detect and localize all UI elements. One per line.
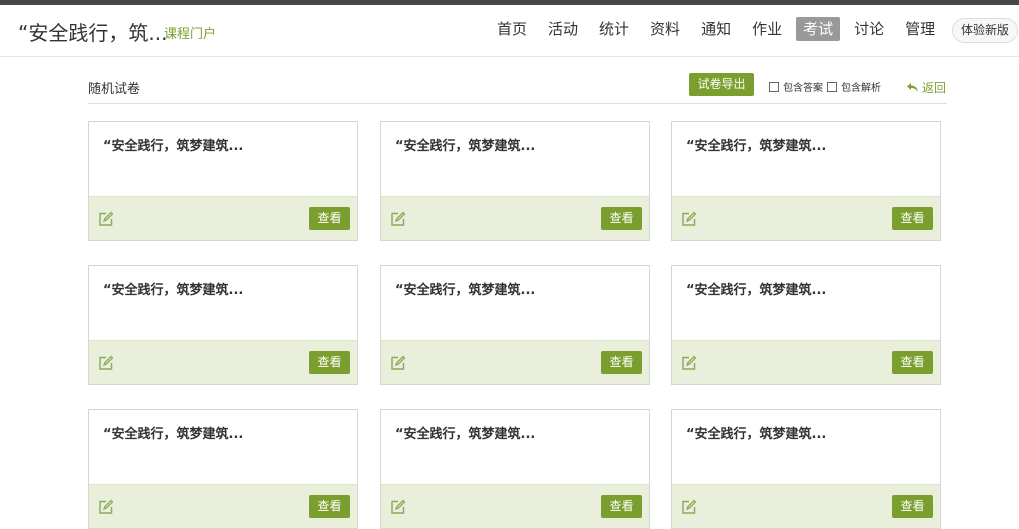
paper-card: “安全践行，筑梦建筑... 查看	[380, 265, 650, 385]
paper-card-footer: 查看	[89, 196, 357, 240]
nav-item[interactable]: 管理	[898, 17, 942, 41]
paper-card-footer: 查看	[672, 484, 940, 528]
view-button[interactable]: 查看	[309, 207, 350, 230]
header: “安全践行，筑... 课程门户 首页 活动 统计 资料 通知 作业 考试 讨论 管理 体验新版	[0, 5, 1019, 57]
paper-card-title[interactable]: “安全践行，筑梦建筑...	[686, 135, 826, 154]
paper-card: “安全践行，筑梦建筑... 查看	[671, 121, 941, 241]
nav-item[interactable]: 讨论	[847, 17, 891, 41]
view-button[interactable]: 查看	[601, 495, 642, 518]
include-answer-checkbox[interactable]	[769, 81, 779, 92]
paper-card-title[interactable]: “安全践行，筑梦建筑...	[395, 423, 535, 442]
edit-icon[interactable]	[98, 499, 114, 515]
paper-card: “安全践行，筑梦建筑... 查看	[88, 409, 358, 529]
paper-card: “安全践行，筑梦建筑... 查看	[380, 409, 650, 529]
paper-card-footer: 查看	[381, 484, 649, 528]
include-answer-label: 包含答案	[783, 83, 823, 94]
paper-card-title[interactable]: “安全践行，筑梦建筑...	[103, 423, 243, 442]
edit-icon[interactable]	[681, 211, 697, 227]
back-arrow-icon	[907, 82, 918, 92]
paper-card-title[interactable]: “安全践行，筑梦建筑...	[686, 423, 826, 442]
paper-card-footer: 查看	[89, 484, 357, 528]
view-button[interactable]: 查看	[892, 351, 933, 374]
view-button[interactable]: 查看	[309, 495, 350, 518]
course-title: “安全践行，筑...	[18, 21, 168, 45]
nav-item[interactable]: 作业	[745, 17, 789, 41]
paper-card-title[interactable]: “安全践行，筑梦建筑...	[103, 135, 243, 154]
view-button[interactable]: 查看	[892, 207, 933, 230]
edit-icon[interactable]	[390, 211, 406, 227]
paper-card-footer: 查看	[381, 340, 649, 384]
paper-card-title[interactable]: “安全践行，筑梦建筑...	[395, 279, 535, 298]
view-button[interactable]: 查看	[601, 207, 642, 230]
paper-card-title[interactable]: “安全践行，筑梦建筑...	[686, 279, 826, 298]
edit-icon[interactable]	[98, 355, 114, 371]
paper-card: “安全践行，筑梦建筑... 查看	[88, 121, 358, 241]
nav-item[interactable]: 通知	[694, 17, 738, 41]
include-analysis-checkbox[interactable]	[827, 81, 837, 92]
view-button[interactable]: 查看	[309, 351, 350, 374]
include-analysis-option[interactable]: 包含解析	[827, 79, 881, 94]
paper-card-footer: 查看	[89, 340, 357, 384]
view-button[interactable]: 查看	[892, 495, 933, 518]
back-link[interactable]: 返回	[907, 79, 946, 96]
nav-item[interactable]: 考试	[796, 17, 841, 41]
nav-item[interactable]: 资料	[643, 17, 687, 41]
paper-card: “安全践行，筑梦建筑... 查看	[671, 409, 941, 529]
edit-icon[interactable]	[681, 355, 697, 371]
paper-card-title[interactable]: “安全践行，筑梦建筑...	[103, 279, 243, 298]
new-version-button[interactable]: 体验新版	[952, 18, 1018, 43]
paper-card: “安全践行，筑梦建筑... 查看	[380, 121, 650, 241]
nav-item[interactable]: 统计	[592, 17, 636, 41]
course-portal-link[interactable]: 课程门户	[164, 23, 216, 42]
nav-item[interactable]: 活动	[541, 17, 585, 41]
include-analysis-label: 包含解析	[841, 83, 881, 94]
edit-icon[interactable]	[390, 355, 406, 371]
main-nav: 首页 活动 统计 资料 通知 作业 考试 讨论 管理	[490, 17, 949, 41]
export-paper-button[interactable]: 试卷导出	[689, 73, 754, 96]
paper-card-footer: 查看	[672, 340, 940, 384]
nav-item[interactable]: 首页	[490, 17, 534, 41]
include-answer-option[interactable]: 包含答案	[769, 79, 823, 94]
back-label: 返回	[922, 81, 947, 95]
paper-card-footer: 查看	[381, 196, 649, 240]
edit-icon[interactable]	[681, 499, 697, 515]
page-title: 随机试卷	[88, 82, 141, 97]
paper-card-footer: 查看	[672, 196, 940, 240]
paper-card: “安全践行，筑梦建筑... 查看	[671, 265, 941, 385]
edit-icon[interactable]	[390, 499, 406, 515]
view-button[interactable]: 查看	[601, 351, 642, 374]
paper-card-title[interactable]: “安全践行，筑梦建筑...	[395, 135, 535, 154]
paper-card: “安全践行，筑梦建筑... 查看	[88, 265, 358, 385]
edit-icon[interactable]	[98, 211, 114, 227]
exam-toolbar: 随机试卷 试卷导出 包含答案 包含解析 返回	[88, 70, 947, 104]
